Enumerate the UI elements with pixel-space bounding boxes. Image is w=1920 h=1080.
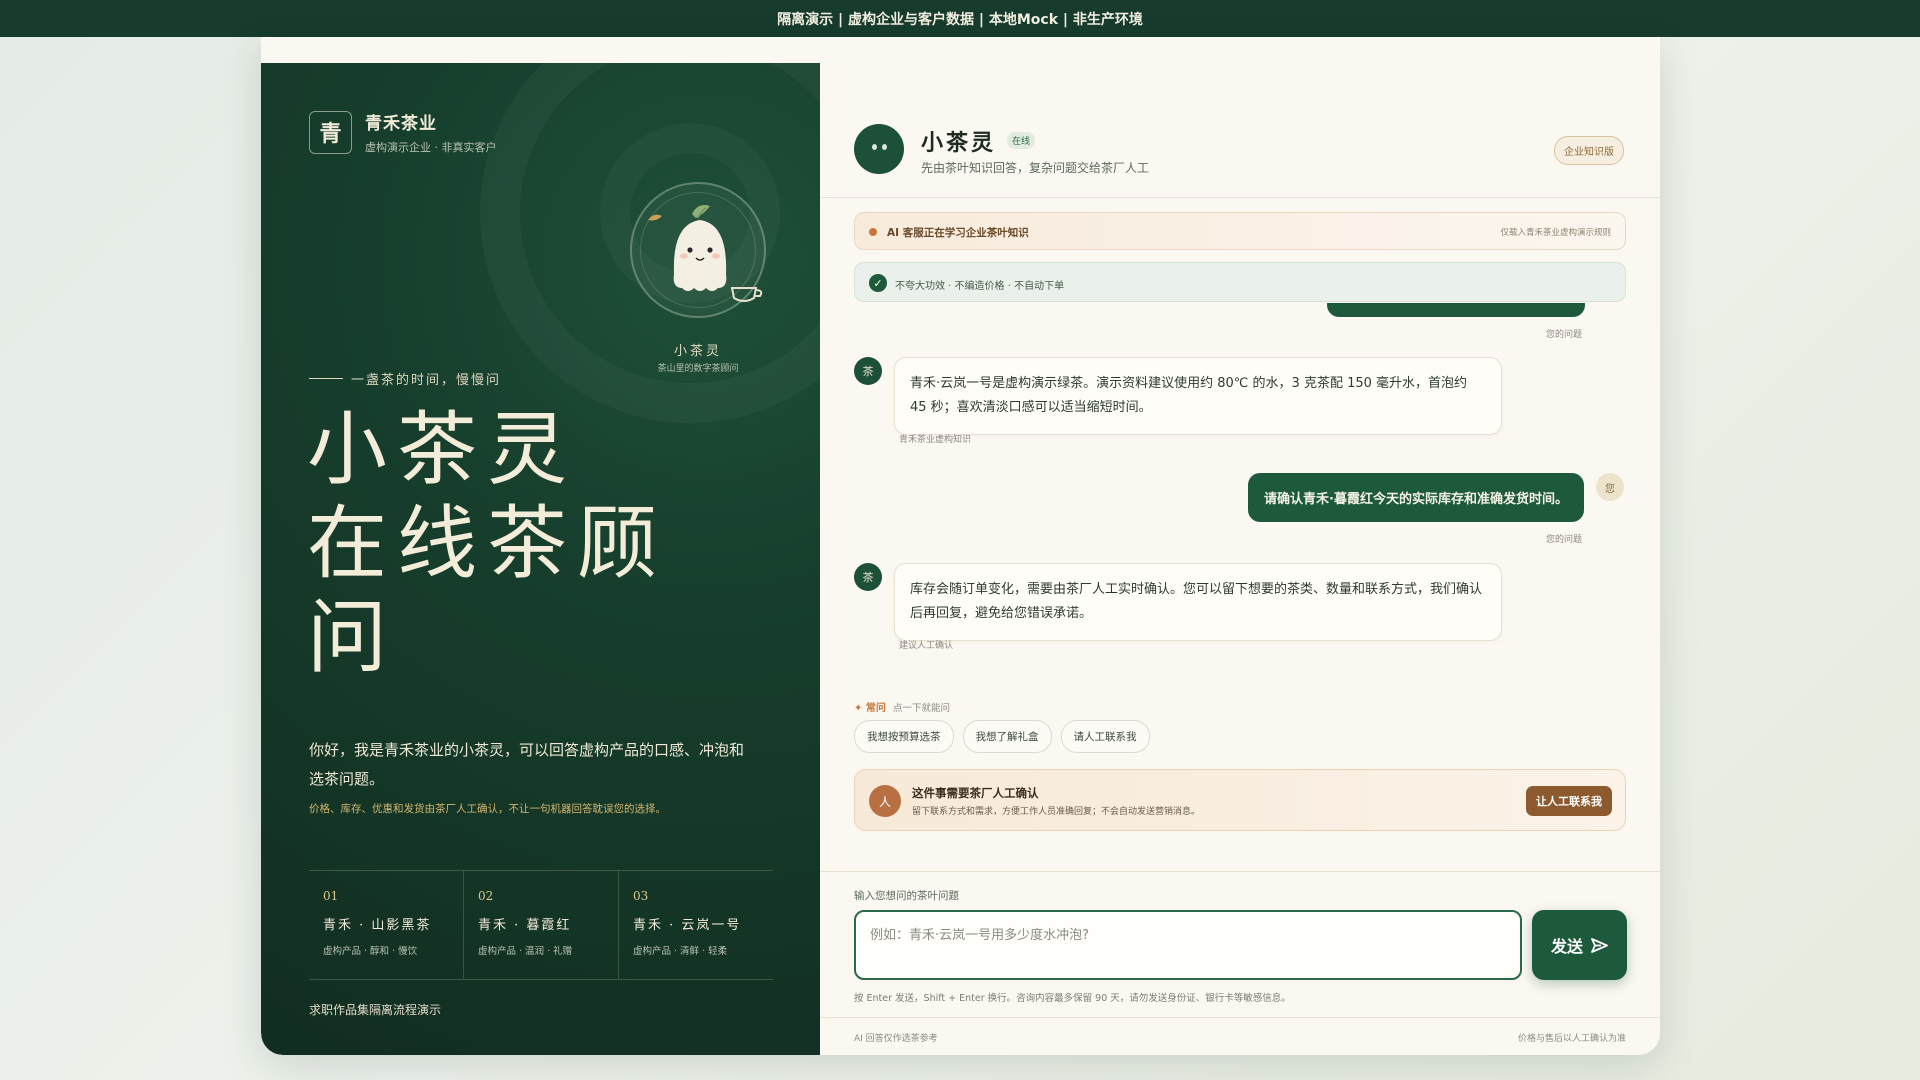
quick-ask-hint: 点一下就能问 — [893, 703, 951, 714]
quick-chips: 我想按预算选茶 我想了解礼盒 请人工联系我 — [854, 720, 1150, 753]
contact-me-button[interactable]: 让人工联系我 — [1526, 786, 1612, 816]
brand-logo: 青 — [309, 110, 352, 154]
product-item: 01 青禾 · 山影黑茶 虚构产品 · 醇和 · 慢饮 — [309, 871, 464, 979]
status-dot-icon — [869, 228, 877, 236]
user-message-bubble — [1327, 303, 1585, 317]
message-meta: 您的问题 — [1545, 330, 1582, 340]
question-input[interactable] — [854, 910, 1522, 980]
send-icon — [1591, 937, 1608, 953]
brand-name: 青禾茶业 — [365, 114, 437, 134]
product-item: 03 青禾 · 云岚一号 虚构产品 · 清鲜 · 轻柔 — [633, 889, 742, 957]
message-list[interactable]: 您的问题 茶 青禾·云岚一号是虚构演示绿茶。演示资料建议使用约 80℃ 的水，3… — [820, 303, 1660, 903]
isolation-banner: 隔离演示 | 虚构企业与客户数据 | 本地Mock | 非生产环境 — [0, 0, 1920, 37]
ai-disclaimer: AI 回答仅作选茶参考 — [854, 1034, 938, 1044]
assistant-avatar — [854, 124, 904, 174]
hero-line-2: 在线茶顾问 — [307, 497, 667, 684]
person-icon: 人 — [869, 785, 901, 817]
human-handoff-card: 人 这件事需要茶厂人工确认 留下联系方式和需求，方便工作人员准确回复；不会自动发… — [854, 769, 1626, 831]
chat-footer: AI 回答仅作选茶参考 价格与售后以人工确认为准 — [820, 1017, 1660, 1055]
message-meta: 青禾茶业虚构知识 — [899, 435, 972, 445]
knowledge-base-button[interactable]: 企业知识版 — [1554, 136, 1624, 165]
brand-subtitle: 虚构演示企业 · 非真实客户 — [365, 141, 497, 154]
user-message-bubble: 请确认青禾·暮霞红今天的实际库存和准确发货时间。 — [1248, 473, 1584, 522]
status-badge: 在线 — [1007, 132, 1036, 149]
quick-chip-giftbox[interactable]: 我想了解礼盒 — [962, 720, 1052, 753]
chat-header: 小茶灵 在线 先由茶叶知识回答，复杂问题交给茶厂人工 企业知识版 — [820, 87, 1660, 198]
composer-tip: 按 Enter 发送，Shift + Enter 换行。咨询内容最多保留 90 … — [854, 993, 1291, 1004]
message-meta: 建议人工确认 — [899, 641, 954, 651]
mascot-badge — [630, 182, 766, 318]
user-avatar: 您 — [1596, 473, 1624, 501]
mascot-name: 小茶灵 — [673, 344, 722, 359]
rules-banner: ✓ 不夸大功效 · 不编造价格 · 不自动下单 — [854, 262, 1626, 302]
brand-panel: 青 青禾茶业 虚构演示企业 · 非真实客户 小茶灵 茶山里的数字茶顾问 一盏茶的… — [261, 63, 820, 1055]
composer-label: 输入您想问的茶叶问题 — [854, 890, 959, 902]
mascot-icon — [648, 205, 763, 302]
product-list: 01 青禾 · 山影黑茶 虚构产品 · 醇和 · 慢饮 02 青禾 · 暮霞红 … — [309, 870, 773, 980]
price-disclaimer: 价格与售后以人工确认为准 — [1517, 1034, 1626, 1044]
message-meta: 您的问题 — [1545, 535, 1582, 545]
intro-text: 你好，我是青禾茶业的小茶灵，可以回答虚构产品的口感、冲泡和选茶问题。 — [309, 741, 745, 788]
send-button[interactable]: 发送 — [1532, 910, 1627, 980]
handoff-title: 这件事需要茶厂人工确认 — [912, 786, 1039, 800]
assistant-name: 小茶灵 — [921, 130, 997, 156]
check-icon: ✓ — [869, 274, 887, 292]
disclaimer-note: 价格、库存、优惠和发货由茶厂人工确认，不让一句机器回答耽误您的选择。 — [309, 803, 666, 815]
quick-ask-label: ✦ 常问 — [854, 703, 886, 714]
product-item: 02 青禾 · 暮霞红 虚构产品 · 温润 · 礼赠 — [464, 871, 619, 979]
bot-avatar: 茶 — [854, 357, 882, 385]
hero-line-1: 小茶灵 — [307, 403, 577, 496]
tagline: 一盏茶的时间，慢慢问 — [309, 369, 501, 388]
assistant-description: 先由茶叶知识回答，复杂问题交给茶厂人工 — [921, 161, 1150, 175]
quick-chip-human[interactable]: 请人工联系我 — [1060, 720, 1150, 753]
hero-title: 小茶灵 在线茶顾问 — [307, 403, 727, 685]
bot-avatar: 茶 — [854, 563, 882, 591]
quick-chip-budget[interactable]: 我想按预算选茶 — [854, 720, 954, 753]
learning-banner: AI 客服正在学习企业茶叶知识 仅载入青禾茶业虚构演示规则 — [854, 212, 1626, 250]
spark-icon: ✦ — [854, 703, 866, 714]
mascot-subtitle: 茶山里的数字茶顾问 — [657, 364, 739, 374]
brand-header: 青 青禾茶业 虚构演示企业 · 非真实客户 — [309, 109, 497, 155]
chat-panel: 小茶灵 在线 先由茶叶知识回答，复杂问题交给茶厂人工 企业知识版 AI 客服正在… — [820, 37, 1660, 1055]
handoff-description: 留下联系方式和需求，方便工作人员准确回复；不会自动发送营销消息。 — [912, 807, 1201, 817]
dash-icon — [309, 378, 343, 379]
app-frame: 青 青禾茶业 虚构演示企业 · 非真实客户 小茶灵 茶山里的数字茶顾问 一盏茶的… — [261, 37, 1660, 1055]
bot-message-bubble: 库存会随订单变化，需要由茶厂人工实时确认。您可以留下想要的茶类、数量和联系方式，… — [894, 563, 1502, 641]
portfolio-note: 求职作品集隔离流程演示 — [309, 1003, 442, 1017]
bot-message-bubble: 青禾·云岚一号是虚构演示绿茶。演示资料建议使用约 80℃ 的水，3 克茶配 15… — [894, 357, 1502, 435]
